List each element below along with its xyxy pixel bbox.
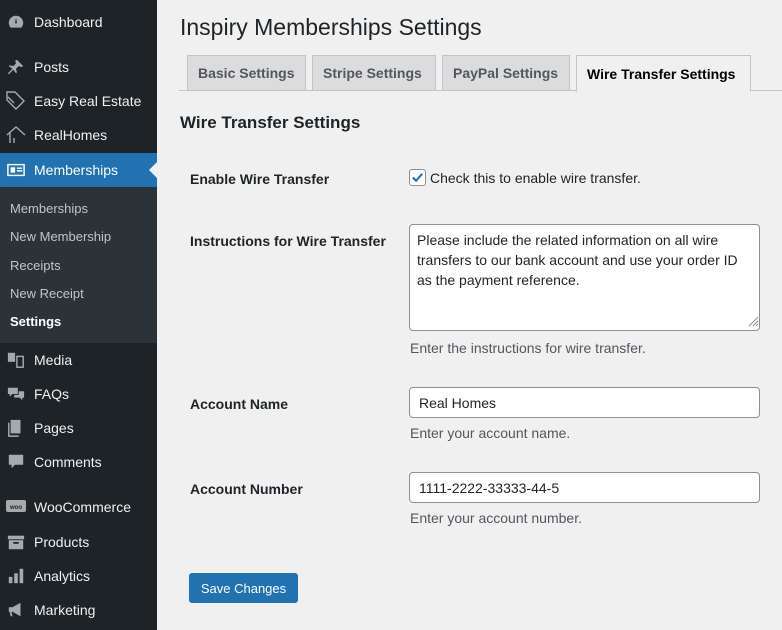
media-icon: [6, 350, 26, 370]
chat-bubbles-icon: [6, 384, 26, 404]
tab-basic-settings[interactable]: Basic Settings: [187, 55, 306, 91]
sidebar-item-label: Memberships: [34, 162, 119, 178]
instructions-textarea[interactable]: Please include the related information o…: [409, 224, 760, 331]
account-name-description: Enter your account name.: [410, 425, 571, 441]
sidebar-item-label: Dashboard: [34, 14, 103, 30]
pages-icon: [6, 418, 26, 438]
resize-grip-icon[interactable]: [748, 316, 759, 327]
sidebar-item-label: FAQs: [34, 386, 70, 402]
submenu-item-memberships[interactable]: Memberships: [10, 201, 88, 216]
house-icon: [6, 125, 26, 145]
dashboard-icon: [6, 12, 26, 32]
instructions-label: Instructions for Wire Transfer: [190, 233, 386, 249]
enable-wire-transfer-checkbox-label[interactable]: Check this to enable wire transfer.: [430, 170, 641, 186]
sidebar-item-label: Posts: [34, 59, 70, 75]
section-title: Wire Transfer Settings: [180, 113, 361, 132]
submenu-item-settings[interactable]: Settings: [10, 314, 61, 329]
archive-box-icon: [6, 532, 26, 552]
bar-chart-icon: [6, 566, 26, 586]
enable-wire-transfer-checkbox[interactable]: [409, 169, 426, 186]
account-name-input[interactable]: [409, 387, 760, 418]
admin-sidebar: Dashboard Posts Easy Real Estate RealHom…: [0, 0, 157, 630]
sidebar-item-label: Products: [34, 534, 90, 550]
woo-icon: woo: [6, 497, 26, 517]
comment-icon: [6, 452, 26, 472]
sidebar-item-label: Easy Real Estate: [34, 93, 142, 109]
sidebar-item-label: Analytics: [34, 568, 91, 584]
main-content: Inspiry Memberships Settings Basic Setti…: [157, 0, 782, 630]
sidebar-item-label: RealHomes: [34, 127, 108, 143]
sidebar-item-woocommerce[interactable]: woo WooCommerce: [0, 490, 157, 524]
account-number-description: Enter your account number.: [410, 510, 582, 526]
tab-paypal-settings[interactable]: PayPal Settings: [442, 55, 570, 91]
submenu-item-receipts[interactable]: Receipts: [10, 258, 61, 273]
sidebar-item-faqs[interactable]: FAQs: [0, 377, 157, 411]
megaphone-icon: [6, 600, 26, 620]
tab-wire-transfer-settings[interactable]: Wire Transfer Settings: [576, 55, 751, 92]
sidebar-item-realhomes[interactable]: RealHomes: [0, 118, 157, 152]
tab-stripe-settings[interactable]: Stripe Settings: [312, 55, 436, 91]
sidebar-item-posts[interactable]: Posts: [0, 50, 157, 84]
tag-icon: [6, 91, 26, 111]
memberships-submenu: Memberships New Membership Receipts New …: [0, 187, 157, 343]
submenu-item-new-membership[interactable]: New Membership: [10, 229, 111, 244]
settings-tabs: Basic Settings Stripe Settings PayPal Se…: [179, 55, 782, 92]
sidebar-item-label: Marketing: [34, 602, 96, 618]
submenu-item-new-receipt[interactable]: New Receipt: [10, 286, 84, 301]
sidebar-item-label: Comments: [34, 454, 102, 470]
id-card-icon: [6, 160, 26, 180]
sidebar-item-products[interactable]: Products: [0, 525, 157, 559]
sidebar-item-comments[interactable]: Comments: [0, 445, 157, 479]
sidebar-item-marketing[interactable]: Marketing: [0, 593, 157, 627]
sidebar-item-memberships[interactable]: Memberships: [0, 153, 157, 187]
instructions-description: Enter the instructions for wire transfer…: [410, 340, 646, 356]
sidebar-item-media[interactable]: Media: [0, 343, 157, 377]
checkmark-icon: [412, 173, 423, 183]
account-name-label: Account Name: [190, 396, 289, 412]
account-number-input[interactable]: [409, 472, 760, 503]
sidebar-item-easy-real-estate[interactable]: Easy Real Estate: [0, 84, 157, 118]
sidebar-item-label: Media: [34, 352, 73, 368]
sidebar-item-pages[interactable]: Pages: [0, 411, 157, 445]
page-title: Inspiry Memberships Settings: [180, 14, 482, 40]
account-number-label: Account Number: [190, 481, 303, 497]
save-changes-button[interactable]: Save Changes: [189, 573, 298, 603]
svg-text:woo: woo: [9, 505, 22, 511]
sidebar-item-label: WooCommerce: [34, 499, 131, 515]
pin-icon: [6, 57, 26, 77]
sidebar-item-analytics[interactable]: Analytics: [0, 559, 157, 593]
sidebar-item-dashboard[interactable]: Dashboard: [0, 5, 157, 39]
enable-wire-transfer-label: Enable Wire Transfer: [190, 171, 330, 187]
sidebar-item-label: Pages: [34, 420, 74, 436]
